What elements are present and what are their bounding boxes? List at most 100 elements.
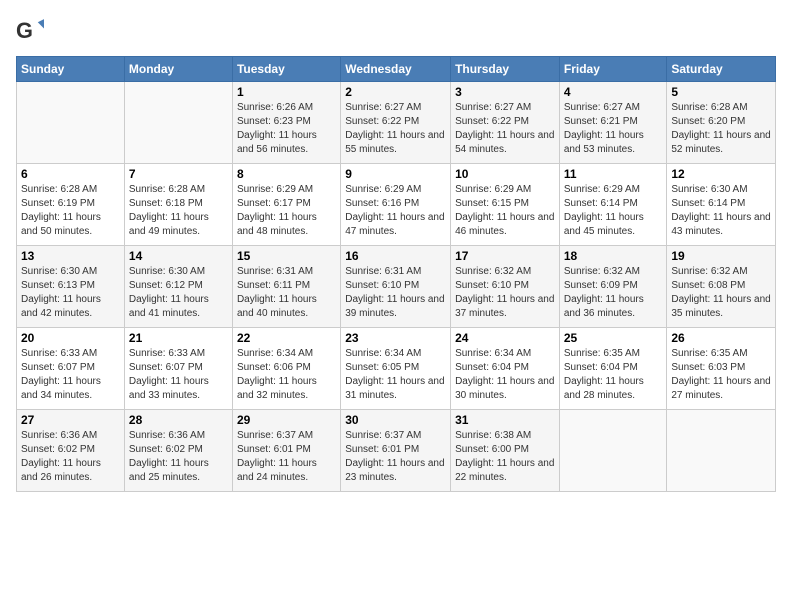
day-number: 20 [21,331,120,345]
day-number: 2 [345,85,446,99]
day-info: Sunrise: 6:33 AMSunset: 6:07 PMDaylight:… [129,347,228,403]
day-info: Sunrise: 6:28 AMSunset: 6:19 PMDaylight:… [21,183,120,239]
calendar-table: SundayMondayTuesdayWednesdayThursdayFrid… [16,56,776,492]
day-of-week-header: Saturday [667,57,776,82]
calendar-cell: 8 Sunrise: 6:29 AMSunset: 6:17 PMDaylight… [232,164,340,246]
day-info: Sunrise: 6:37 AMSunset: 6:01 PMDaylight:… [237,429,336,485]
calendar-cell: 21 Sunrise: 6:33 AMSunset: 6:07 PMDayligh… [124,328,232,410]
calendar-cell: 9Sunrise: 6:29 AMSunset: 6:16 PMDaylight… [341,164,451,246]
day-number: 23 [345,331,446,345]
day-number: 28 [129,413,228,427]
calendar-cell [667,410,776,492]
day-info: Sunrise: 6:31 AMSunset: 6:10 PMDaylight:… [345,265,446,321]
day-number: 6 [21,167,120,181]
day-info: Sunrise: 6:34 AMSunset: 6:05 PMDaylight:… [345,347,446,403]
calendar-cell: 4Sunrise: 6:27 AMSunset: 6:21 PMDaylight… [559,82,667,164]
day-info: Sunrise: 6:38 AMSunset: 6:00 PMDaylight:… [455,429,555,485]
day-number: 21 [129,331,228,345]
day-number: 30 [345,413,446,427]
calendar-cell: 3 Sunrise: 6:27 AMSunset: 6:22 PMDaylight… [451,82,560,164]
day-of-week-header: Sunday [17,57,125,82]
calendar-cell: 27 Sunrise: 6:36 AMSunset: 6:02 PMDayligh… [17,410,125,492]
day-info: Sunrise: 6:27 AMSunset: 6:22 PMDaylight:… [345,101,446,157]
svg-text:G: G [16,18,33,43]
day-info: Sunrise: 6:34 AMSunset: 6:06 PMDaylight:… [237,347,336,403]
calendar-header-row: SundayMondayTuesdayWednesdayThursdayFrid… [17,57,776,82]
calendar-cell: 15Sunrise: 6:31 AMSunset: 6:11 PMDayligh… [232,246,340,328]
calendar-week-row: 1 Sunrise: 6:26 AMSunset: 6:23 PMDaylight… [17,82,776,164]
calendar-cell [559,410,667,492]
day-number: 14 [129,249,228,263]
day-info: Sunrise: 6:32 AMSunset: 6:09 PMDaylight:… [564,265,663,321]
day-number: 7 [129,167,228,181]
day-number: 12 [671,167,771,181]
calendar-week-row: 27 Sunrise: 6:36 AMSunset: 6:02 PMDayligh… [17,410,776,492]
calendar-cell: 28 Sunrise: 6:36 AMSunset: 6:02 PMDayligh… [124,410,232,492]
day-info: Sunrise: 6:30 AMSunset: 6:12 PMDaylight:… [129,265,228,321]
calendar-week-row: 13 Sunrise: 6:30 AMSunset: 6:13 PMDayligh… [17,246,776,328]
day-info: Sunrise: 6:34 AMSunset: 6:04 PMDaylight:… [455,347,555,403]
day-number: 13 [21,249,120,263]
day-of-week-header: Thursday [451,57,560,82]
day-of-week-header: Monday [124,57,232,82]
day-info: Sunrise: 6:36 AMSunset: 6:02 PMDaylight:… [129,429,228,485]
header: G [16,16,776,44]
page-container: G SundayMondayTuesdayWednesdayThursdayFr… [0,0,792,612]
day-info: Sunrise: 6:28 AMSunset: 6:20 PMDaylight:… [671,101,771,157]
calendar-cell: 18 Sunrise: 6:32 AMSunset: 6:09 PMDayligh… [559,246,667,328]
day-number: 15 [237,249,336,263]
calendar-cell: 13 Sunrise: 6:30 AMSunset: 6:13 PMDayligh… [17,246,125,328]
calendar-cell: 16 Sunrise: 6:31 AMSunset: 6:10 PMDayligh… [341,246,451,328]
calendar-cell: 11Sunrise: 6:29 AMSunset: 6:14 PMDayligh… [559,164,667,246]
day-of-week-header: Friday [559,57,667,82]
day-info: Sunrise: 6:27 AMSunset: 6:21 PMDaylight:… [564,101,663,157]
day-number: 3 [455,85,555,99]
day-of-week-header: Tuesday [232,57,340,82]
day-number: 17 [455,249,555,263]
calendar-cell: 7 Sunrise: 6:28 AMSunset: 6:18 PMDaylight… [124,164,232,246]
day-number: 24 [455,331,555,345]
day-number: 8 [237,167,336,181]
day-info: Sunrise: 6:26 AMSunset: 6:23 PMDaylight:… [237,101,336,157]
day-number: 19 [671,249,771,263]
day-info: Sunrise: 6:30 AMSunset: 6:13 PMDaylight:… [21,265,120,321]
day-info: Sunrise: 6:36 AMSunset: 6:02 PMDaylight:… [21,429,120,485]
day-number: 22 [237,331,336,345]
day-info: Sunrise: 6:28 AMSunset: 6:18 PMDaylight:… [129,183,228,239]
calendar-cell: 2 Sunrise: 6:27 AMSunset: 6:22 PMDaylight… [341,82,451,164]
calendar-cell: 14 Sunrise: 6:30 AMSunset: 6:12 PMDayligh… [124,246,232,328]
day-number: 5 [671,85,771,99]
calendar-cell: 6 Sunrise: 6:28 AMSunset: 6:19 PMDaylight… [17,164,125,246]
calendar-cell: 25 Sunrise: 6:35 AMSunset: 6:04 PMDayligh… [559,328,667,410]
day-number: 31 [455,413,555,427]
day-info: Sunrise: 6:29 AMSunset: 6:17 PMDaylight:… [237,183,336,239]
day-info: Sunrise: 6:33 AMSunset: 6:07 PMDaylight:… [21,347,120,403]
calendar-cell: 24 Sunrise: 6:34 AMSunset: 6:04 PMDayligh… [451,328,560,410]
day-number: 10 [455,167,555,181]
calendar-cell: 17 Sunrise: 6:32 AMSunset: 6:10 PMDayligh… [451,246,560,328]
day-info: Sunrise: 6:35 AMSunset: 6:04 PMDaylight:… [564,347,663,403]
calendar-cell: 29 Sunrise: 6:37 AMSunset: 6:01 PMDayligh… [232,410,340,492]
day-number: 27 [21,413,120,427]
day-info: Sunrise: 6:29 AMSunset: 6:14 PMDaylight:… [564,183,663,239]
day-number: 25 [564,331,663,345]
day-info: Sunrise: 6:29 AMSunset: 6:15 PMDaylight:… [455,183,555,239]
calendar-cell: 10 Sunrise: 6:29 AMSunset: 6:15 PMDayligh… [451,164,560,246]
calendar-cell: 30Sunrise: 6:37 AMSunset: 6:01 PMDayligh… [341,410,451,492]
calendar-cell: 5 Sunrise: 6:28 AMSunset: 6:20 PMDaylight… [667,82,776,164]
day-info: Sunrise: 6:27 AMSunset: 6:22 PMDaylight:… [455,101,555,157]
day-number: 29 [237,413,336,427]
calendar-cell: 26Sunrise: 6:35 AMSunset: 6:03 PMDayligh… [667,328,776,410]
day-of-week-header: Wednesday [341,57,451,82]
day-info: Sunrise: 6:32 AMSunset: 6:10 PMDaylight:… [455,265,555,321]
day-number: 18 [564,249,663,263]
calendar-cell: 22 Sunrise: 6:34 AMSunset: 6:06 PMDayligh… [232,328,340,410]
calendar-week-row: 20 Sunrise: 6:33 AMSunset: 6:07 PMDayligh… [17,328,776,410]
day-number: 16 [345,249,446,263]
day-number: 1 [237,85,336,99]
day-info: Sunrise: 6:32 AMSunset: 6:08 PMDaylight:… [671,265,771,321]
day-number: 9 [345,167,446,181]
calendar-cell [124,82,232,164]
logo-icon: G [16,16,44,44]
logo: G [16,16,48,44]
